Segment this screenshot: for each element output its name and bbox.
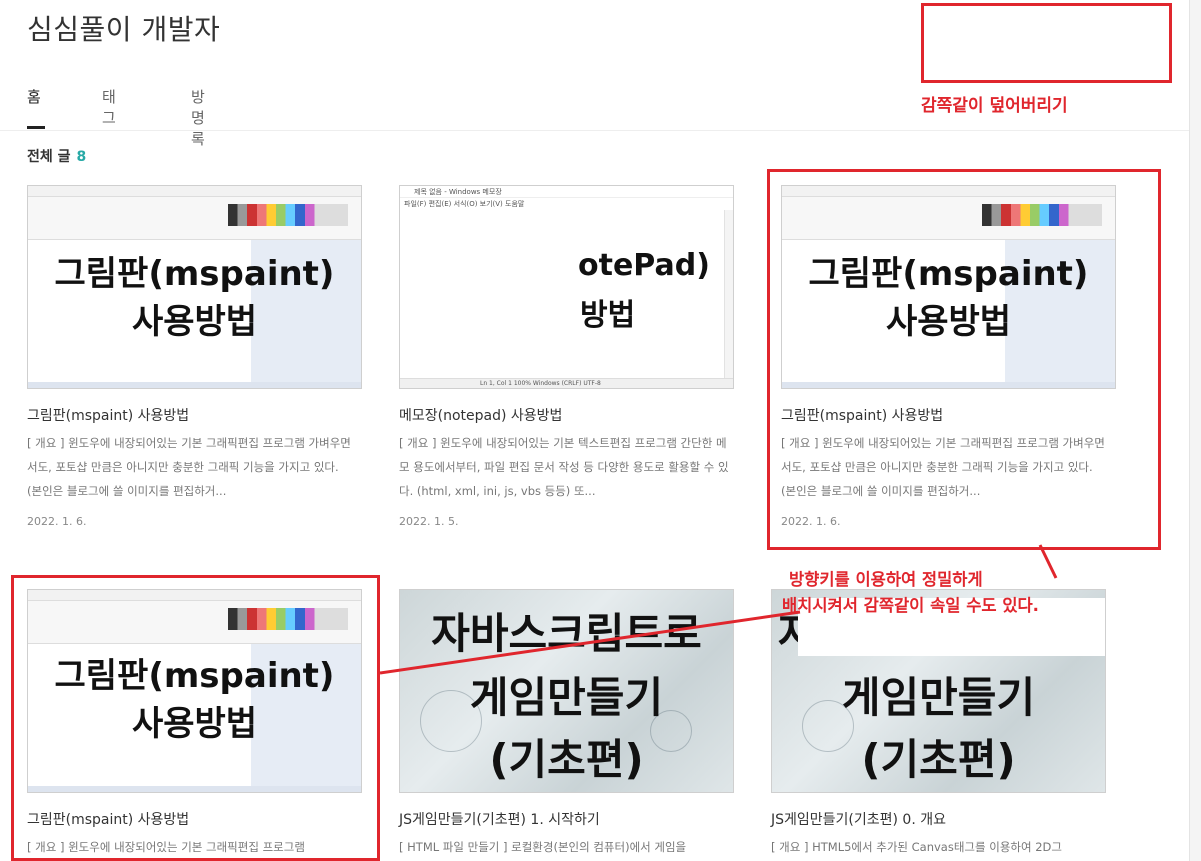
annotation-arrow-line: [1038, 544, 1058, 579]
annotation-lines: [379, 544, 1058, 675]
annotation-arrow-line: [379, 610, 801, 675]
